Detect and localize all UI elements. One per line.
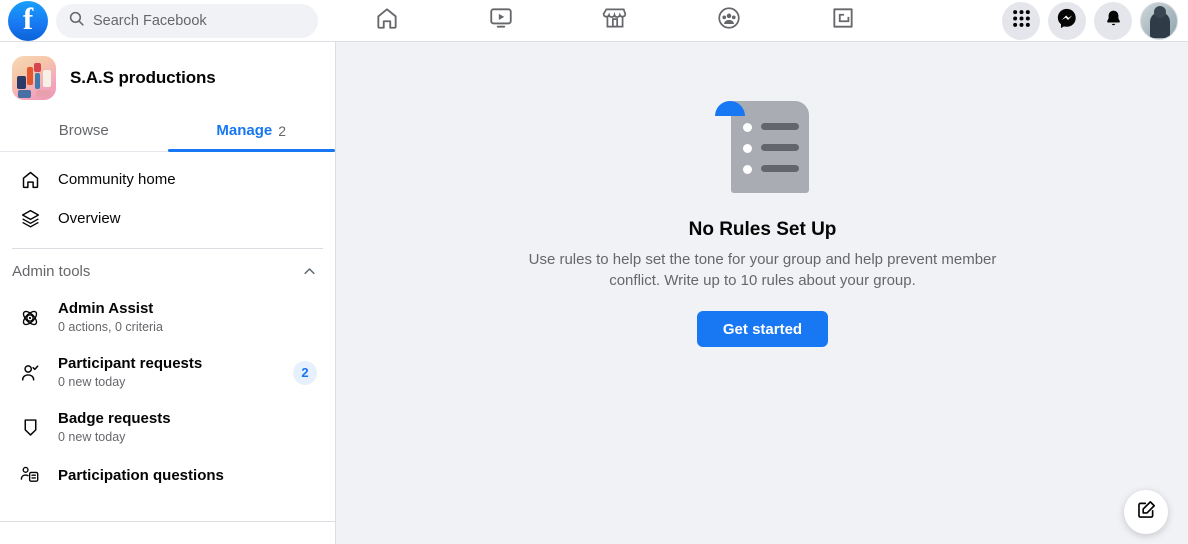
empty-state: No Rules Set Up Use rules to help set th… <box>337 42 1188 347</box>
sidebar-item-text: Participation questions <box>58 466 317 485</box>
sidebar-item-badge-requests-sub: 0 new today <box>58 430 126 444</box>
messenger-button[interactable] <box>1048 1 1086 40</box>
sidebar-item-badge-requests[interactable]: Badge requests 0 new today <box>4 400 331 455</box>
topbar-right <box>1002 1 1188 40</box>
top-navigation-bar: f Search Facebook <box>0 0 1188 42</box>
groups-icon <box>716 5 742 36</box>
sidebar-item-text: Badge requests 0 new today <box>58 409 317 446</box>
sidebar-item-participant-requests[interactable]: Participant requests 0 new today 2 <box>4 345 331 400</box>
admin-assist-icon <box>16 307 44 329</box>
sidebar-item-participant-requests-sub: 0 new today <box>58 375 126 389</box>
admin-tools-title: Admin tools <box>12 263 91 280</box>
facebook-logo[interactable]: f <box>8 0 48 41</box>
admin-tools-list: Admin Assist 0 actions, 0 criteria Parti… <box>0 290 335 495</box>
document-bullet <box>742 165 752 174</box>
nav-groups-button[interactable] <box>672 1 786 41</box>
sidebar-item-text: Admin Assist 0 actions, 0 criteria <box>58 299 317 336</box>
nav-video-button[interactable] <box>444 1 558 41</box>
get-started-button[interactable]: Get started <box>696 311 829 347</box>
primary-nav-icons <box>330 1 900 41</box>
compose-edit-icon <box>1136 499 1157 525</box>
sidebar-item-text: Participant requests 0 new today <box>58 354 279 391</box>
menu-grid-icon <box>1012 9 1031 33</box>
tab-manage-label: Manage <box>216 122 273 139</box>
person-form-icon <box>16 464 44 486</box>
topbar-center <box>330 1 1002 41</box>
sidebar-item-text: Overview <box>58 209 317 228</box>
home-icon <box>374 5 400 36</box>
notifications-button[interactable] <box>1094 1 1132 40</box>
participant-requests-badge: 2 <box>293 360 317 385</box>
admin-tools-section-header[interactable]: Admin tools <box>0 249 335 290</box>
menu-grid-button[interactable] <box>1002 1 1040 40</box>
home-icon <box>16 169 44 190</box>
search-input[interactable]: Search Facebook <box>56 3 318 38</box>
group-avatar <box>12 56 56 100</box>
notifications-bell-icon <box>1103 8 1124 34</box>
sidebar-item-community-home-label: Community home <box>58 171 176 188</box>
sidebar-item-admin-assist-sub: 0 actions, 0 criteria <box>58 320 163 334</box>
document-bullet <box>742 123 752 132</box>
tab-browse[interactable]: Browse <box>0 110 168 151</box>
tab-manage[interactable]: Manage 2 <box>167 110 336 152</box>
profile-avatar[interactable] <box>1140 1 1178 40</box>
sidebar-tabs: Browse Manage 2 <box>0 110 335 152</box>
sidebar-item-participation-questions-label: Participation questions <box>58 466 224 484</box>
tab-manage-count: 2 <box>278 122 287 139</box>
main-content: No Rules Set Up Use rules to help set th… <box>337 42 1188 544</box>
sidebar-item-badge-requests-label: Badge requests <box>58 410 171 427</box>
sidebar-item-community-home[interactable]: Community home <box>4 160 331 199</box>
sidebar-item-text: Community home <box>58 170 317 189</box>
search-placeholder: Search Facebook <box>93 12 207 29</box>
compose-fab-button[interactable] <box>1124 490 1168 534</box>
sidebar-item-admin-assist-label: Admin Assist <box>58 300 154 317</box>
sidebar-item-overview-label: Overview <box>58 210 121 227</box>
group-name: S.A.S productions <box>70 68 216 87</box>
sidebar-item-participant-requests-label: Participant requests <box>58 355 203 372</box>
sidebar-item-admin-assist[interactable]: Admin Assist 0 actions, 0 criteria <box>4 290 331 345</box>
rules-document-icon <box>714 97 811 193</box>
nav-gaming-button[interactable] <box>786 1 900 41</box>
group-admin-sidebar: S.A.S productions Browse Manage 2 Commun… <box>0 42 336 544</box>
document-line <box>760 123 799 130</box>
person-check-icon <box>16 362 44 384</box>
layers-icon <box>16 208 44 229</box>
topbar-left: f Search Facebook <box>0 0 330 41</box>
video-icon <box>488 5 514 36</box>
document-bullet <box>742 144 752 153</box>
facebook-group-admin-page: f Search Facebook S.A.S productions Brow… <box>0 0 1188 544</box>
empty-state-description: Use rules to help set the tone for your … <box>528 251 997 289</box>
group-header[interactable]: S.A.S productions <box>0 42 335 110</box>
tab-browse-label: Browse <box>58 122 109 139</box>
document-line <box>760 165 799 172</box>
messenger-icon <box>1056 7 1078 34</box>
document-line <box>760 144 799 151</box>
gaming-icon <box>830 5 856 36</box>
nav-home-button[interactable] <box>330 1 444 41</box>
search-icon <box>68 10 85 32</box>
sidebar-bottom-divider <box>0 521 335 522</box>
empty-state-title: No Rules Set Up <box>688 219 837 240</box>
sidebar-item-participation-questions[interactable]: Participation questions <box>4 455 331 495</box>
badge-shield-icon <box>16 417 44 438</box>
nav-marketplace-button[interactable] <box>558 1 672 41</box>
sidebar-nav-list: Community home Overview <box>0 152 335 238</box>
marketplace-icon <box>602 5 628 36</box>
chevron-up-icon[interactable] <box>302 264 317 279</box>
sidebar-item-overview[interactable]: Overview <box>4 199 331 238</box>
